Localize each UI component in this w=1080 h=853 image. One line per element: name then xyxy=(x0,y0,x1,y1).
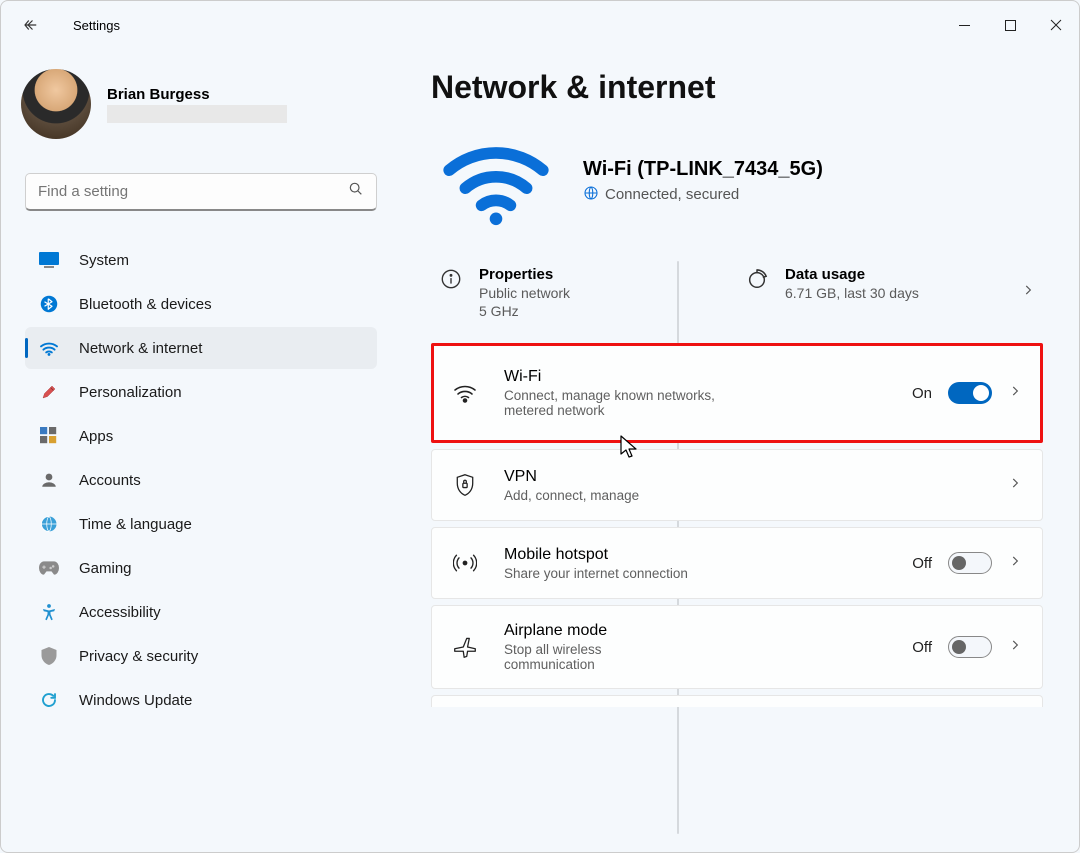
wifi-icon xyxy=(452,383,478,403)
nav-accounts[interactable]: Accounts xyxy=(25,459,377,501)
nav-label: System xyxy=(79,252,129,269)
privacy-icon xyxy=(39,646,59,666)
next-card-stub xyxy=(431,695,1043,707)
network-ssid: Wi-Fi (TP-LINK_7434_5G) xyxy=(583,158,823,181)
properties-title: Properties xyxy=(479,266,570,283)
nav-label: Apps xyxy=(79,428,113,445)
globe-icon xyxy=(583,185,599,205)
apps-icon xyxy=(39,426,59,446)
chevron-right-icon xyxy=(1008,476,1022,494)
search-icon xyxy=(348,181,364,202)
window-minimize-button[interactable] xyxy=(941,9,987,41)
nav-apps[interactable]: Apps xyxy=(25,415,377,457)
nav-time-language[interactable]: Time & language xyxy=(25,503,377,545)
nav-accessibility[interactable]: Accessibility xyxy=(25,591,377,633)
search-input-container[interactable] xyxy=(25,173,377,211)
nav-label: Bluetooth & devices xyxy=(79,296,212,313)
airplane-card-title: Airplane mode xyxy=(504,622,684,640)
chevron-right-icon xyxy=(1021,283,1035,302)
nav-windows-update[interactable]: Windows Update xyxy=(25,679,377,721)
vpn-icon xyxy=(452,473,478,497)
airplane-toggle-label: Off xyxy=(912,639,932,656)
mobile-hotspot-card[interactable]: Mobile hotspot Share your internet conne… xyxy=(431,527,1043,599)
chevron-right-icon xyxy=(1008,384,1022,402)
hotspot-toggle-label: Off xyxy=(912,555,932,572)
properties-sub2: 5 GHz xyxy=(479,303,570,319)
data-usage-button[interactable]: Data usage 6.71 GB, last 30 days xyxy=(737,262,1043,323)
bluetooth-icon xyxy=(39,294,59,314)
nav-bluetooth[interactable]: Bluetooth & devices xyxy=(25,283,377,325)
sidebar-nav: System Bluetooth & devices Network & int… xyxy=(25,239,377,721)
accessibility-icon xyxy=(39,602,59,622)
profile-subtext xyxy=(107,105,287,123)
hotspot-card-sub: Share your internet connection xyxy=(504,566,688,581)
nav-label: Accessibility xyxy=(79,604,161,621)
airplane-card-sub: Stop all wireless communication xyxy=(504,642,684,672)
nav-label: Accounts xyxy=(79,472,141,489)
personalization-icon xyxy=(39,382,59,402)
wifi-toggle-label: On xyxy=(912,385,932,402)
profile-block[interactable]: Brian Burgess xyxy=(21,69,377,139)
network-state-text: Connected, secured xyxy=(605,186,739,203)
nav-system[interactable]: System xyxy=(25,239,377,281)
airplane-toggle[interactable] xyxy=(948,636,992,658)
update-icon xyxy=(39,690,59,710)
wifi-card-sub: Connect, manage known networks, metered … xyxy=(504,388,764,418)
wifi-card-title: Wi-Fi xyxy=(504,368,764,386)
airplane-icon xyxy=(452,636,478,658)
nav-label: Privacy & security xyxy=(79,648,198,665)
nav-label: Windows Update xyxy=(79,692,192,709)
vpn-card-title: VPN xyxy=(504,468,639,486)
close-icon xyxy=(1050,19,1062,31)
network-status: Wi-Fi (TP-LINK_7434_5G) Connected, secur… xyxy=(431,136,1043,226)
chevron-right-icon xyxy=(1008,638,1022,656)
info-icon xyxy=(439,268,463,290)
time-language-icon xyxy=(39,514,59,534)
nav-label: Personalization xyxy=(79,384,182,401)
nav-network[interactable]: Network & internet xyxy=(25,327,377,369)
data-usage-sub: 6.71 GB, last 30 days xyxy=(785,285,919,301)
nav-label: Gaming xyxy=(79,560,132,577)
wifi-toggle[interactable] xyxy=(948,382,992,404)
window-maximize-button[interactable] xyxy=(987,9,1033,41)
hotspot-icon xyxy=(452,553,478,573)
data-usage-title: Data usage xyxy=(785,266,919,283)
wifi-icon xyxy=(39,338,59,358)
chevron-right-icon xyxy=(1008,554,1022,572)
airplane-mode-card[interactable]: Airplane mode Stop all wireless communic… xyxy=(431,605,1043,689)
back-arrow-line-icon xyxy=(22,16,40,34)
gaming-icon xyxy=(39,558,59,578)
nav-personalization[interactable]: Personalization xyxy=(25,371,377,413)
accounts-icon xyxy=(39,470,59,490)
nav-gaming[interactable]: Gaming xyxy=(25,547,377,589)
nav-privacy[interactable]: Privacy & security xyxy=(25,635,377,677)
app-title: Settings xyxy=(73,18,120,33)
window-close-button[interactable] xyxy=(1033,9,1079,41)
page-title: Network & internet xyxy=(431,69,1043,106)
properties-button[interactable]: Properties Public network 5 GHz xyxy=(431,262,737,323)
wifi-large-icon xyxy=(441,136,551,226)
search-input[interactable] xyxy=(38,183,348,200)
system-icon xyxy=(39,250,59,270)
hotspot-card-title: Mobile hotspot xyxy=(504,546,688,564)
nav-label: Time & language xyxy=(79,516,192,533)
data-usage-icon xyxy=(745,268,769,290)
nav-label: Network & internet xyxy=(79,340,202,357)
wifi-settings-card[interactable]: Wi-Fi Connect, manage known networks, me… xyxy=(431,343,1043,443)
properties-sub1: Public network xyxy=(479,285,570,301)
profile-name: Brian Burgess xyxy=(107,86,287,103)
minimize-icon xyxy=(959,20,970,31)
hotspot-toggle[interactable] xyxy=(948,552,992,574)
avatar xyxy=(21,69,91,139)
back-button[interactable] xyxy=(13,7,49,43)
vpn-card-sub: Add, connect, manage xyxy=(504,488,639,503)
maximize-icon xyxy=(1005,20,1016,31)
vpn-settings-card[interactable]: VPN Add, connect, manage xyxy=(431,449,1043,521)
